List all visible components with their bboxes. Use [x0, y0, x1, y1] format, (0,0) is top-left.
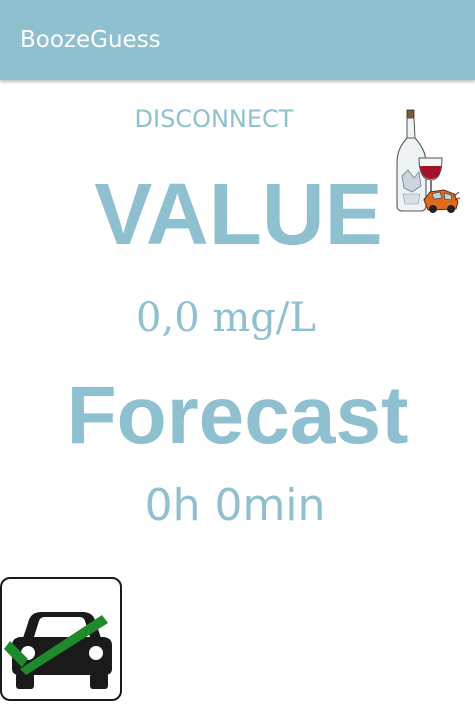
- app-bar: BoozeGuess: [0, 0, 475, 80]
- forecast-time-value: 0h 0min: [144, 480, 326, 531]
- forecast-heading: Forecast: [66, 370, 409, 461]
- car-checkmark-icon: [4, 612, 112, 689]
- alcohol-reading-value: 0,0 mg/L: [136, 295, 316, 341]
- value-heading: VALUE: [94, 166, 383, 263]
- disconnect-button[interactable]: DISCONNECT: [104, 98, 324, 140]
- drive-status-button[interactable]: [0, 577, 122, 701]
- app-title: BoozeGuess: [20, 27, 161, 53]
